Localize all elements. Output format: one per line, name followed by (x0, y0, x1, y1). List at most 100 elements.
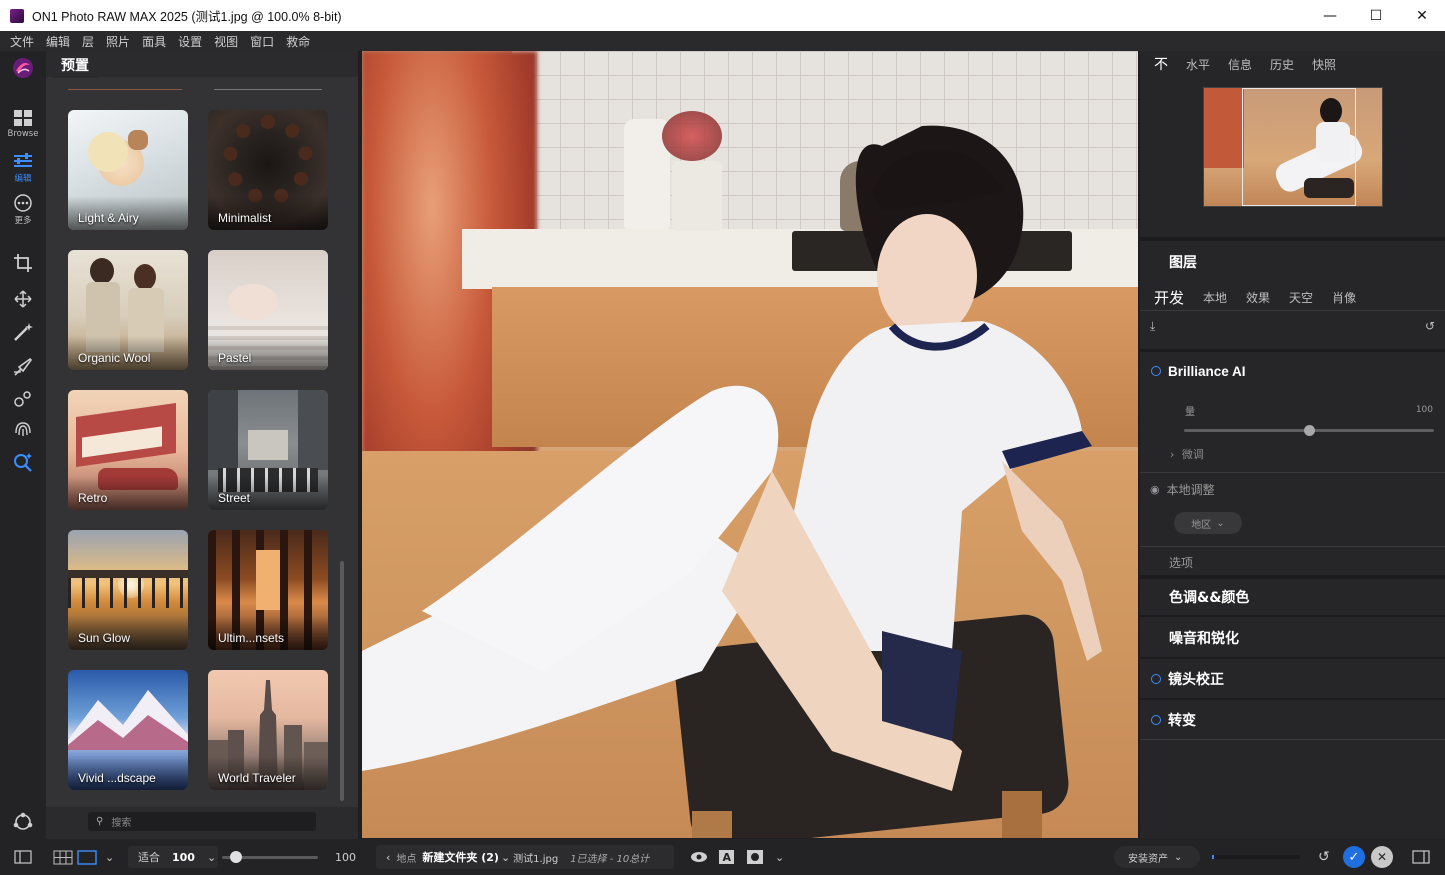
preset-world-traveler[interactable]: World Traveler (208, 670, 328, 790)
mask-overlay-button[interactable] (747, 839, 763, 875)
preset-search-input[interactable]: ⚲ 搜索 (88, 812, 316, 831)
preset-vivid-landscape[interactable]: Vivid ...dscape (68, 670, 188, 790)
grid-view-icon (53, 850, 73, 865)
menu-layer[interactable]: 层 (82, 33, 94, 50)
edit-tool[interactable]: 编辑 (0, 152, 46, 184)
noise-sharpen-header[interactable]: 噪音和锐化 (1140, 629, 1445, 647)
app-logo[interactable] (0, 57, 46, 79)
preset-pastel[interactable]: Pastel (208, 250, 328, 370)
more-tool[interactable]: 更多 (0, 194, 46, 226)
section-divider (1140, 349, 1445, 352)
layers-title[interactable]: 图层 (1169, 252, 1197, 272)
tab-levels[interactable]: 水平 (1186, 56, 1210, 73)
navigator-thumbnail[interactable] (1203, 87, 1383, 207)
zoom-fit-dropdown[interactable]: 适合 100 ⌄ (128, 846, 218, 868)
fine-tune-label: 微调 (1182, 448, 1204, 461)
mask-icon (747, 850, 763, 864)
photo-canvas[interactable] (362, 51, 1138, 838)
lens-correction-header[interactable]: 镜头校正 (1140, 670, 1445, 688)
local-adjust-row[interactable]: ◉ 本地调整 (1140, 480, 1445, 498)
selection-count: 1已选择 - 10总计 (570, 850, 649, 865)
reset-icon[interactable]: ↺ (1425, 319, 1435, 333)
amount-value: 100 (1416, 405, 1433, 415)
region-dropdown[interactable]: 地区 ⌄ (1174, 512, 1242, 534)
tab-sky[interactable]: 天空 (1289, 289, 1313, 306)
lens-correction-toggle[interactable] (1151, 674, 1161, 684)
folder-name[interactable]: 新建文件夹 (2) (422, 849, 499, 865)
single-view-button[interactable] (77, 839, 97, 875)
apply-button[interactable]: ✓ (1343, 846, 1365, 868)
tab-effects[interactable]: 效果 (1246, 289, 1270, 306)
amount-slider-thumb[interactable] (1304, 425, 1315, 436)
preset-organic-wool[interactable]: Organic Wool (68, 250, 188, 370)
clone-tool[interactable] (0, 389, 46, 409)
menu-window[interactable]: 窗口 (250, 33, 274, 50)
preset-light-airy[interactable]: Light & Airy (68, 110, 188, 230)
preset-thumb-shape (256, 550, 280, 610)
import-preset-icon[interactable]: ⤓ (1150, 319, 1155, 334)
preset-name: Vivid ...dscape (78, 771, 156, 785)
toggle-left-panel-button[interactable] (14, 839, 32, 875)
crop-tool[interactable] (0, 253, 46, 273)
tab-history[interactable]: 历史 (1270, 56, 1294, 73)
zoom-search-icon (12, 451, 34, 473)
preset-retro[interactable]: Retro (68, 390, 188, 510)
location-breadcrumb[interactable]: ‹ 地点 新建文件夹 (2) ⌄ 测试1.jpg 1已选择 - 10总计 (376, 845, 674, 869)
menu-file[interactable]: 文件 (10, 33, 34, 50)
navigator-viewport-frame[interactable] (1242, 88, 1356, 206)
tab-info[interactable]: 信息 (1228, 56, 1252, 73)
preset-ultimate-sunsets[interactable]: Ultim...nsets (208, 530, 328, 650)
magic-wand-tool[interactable] (0, 321, 46, 343)
preset-sun-glow[interactable]: Sun Glow (68, 530, 188, 650)
text-overlay-button[interactable]: A (719, 839, 734, 875)
chevron-left-icon: ‹ (386, 851, 390, 864)
options-label[interactable]: 选项 (1169, 554, 1193, 571)
brush-tool[interactable] (0, 357, 46, 377)
move-tool[interactable] (0, 289, 46, 309)
transform-toggle[interactable] (1151, 715, 1161, 725)
menu-edit[interactable]: 编辑 (46, 33, 70, 50)
presets-scrollbar[interactable] (340, 561, 344, 801)
cancel-button[interactable]: ✕ (1371, 846, 1393, 868)
tab-local[interactable]: 本地 (1203, 289, 1227, 306)
overlay-dropdown[interactable]: ⌄ (775, 839, 784, 875)
view-mode-dropdown[interactable]: ⌄ (105, 839, 114, 875)
menu-settings[interactable]: 设置 (178, 33, 202, 50)
toggle-right-panel-button[interactable] (1412, 839, 1430, 875)
target-icon: ◉ (1150, 483, 1160, 496)
preset-street[interactable]: Street (208, 390, 328, 510)
brilliance-ai-header[interactable]: Brilliance AI (1140, 361, 1445, 381)
fingerprint-tool[interactable] (0, 419, 46, 439)
search-tool[interactable] (0, 451, 46, 473)
menu-mask[interactable]: 面具 (142, 33, 166, 50)
undo-button[interactable]: ↺ (1318, 839, 1330, 875)
maximize-button[interactable]: ☐ (1353, 0, 1399, 31)
preview-toggle-button[interactable] (690, 839, 708, 875)
tone-color-header[interactable]: 色调&&颜色 (1140, 588, 1445, 606)
navigator-painting (1204, 88, 1244, 168)
section-divider (1140, 739, 1445, 740)
region-label: 地区 (1191, 516, 1211, 531)
fine-tune-toggle[interactable]: › 微调 (1170, 446, 1204, 462)
tab-navigator[interactable]: 不 (1154, 54, 1168, 74)
presets-header[interactable]: 预置 (52, 52, 98, 78)
minimize-button[interactable]: — (1307, 0, 1353, 31)
presets-panel: Light & Airy Minimalist Organic Wool Pas… (46, 51, 358, 839)
tab-portrait[interactable]: 肖像 (1332, 289, 1356, 306)
transform-header[interactable]: 转变 (1140, 711, 1445, 729)
menu-help[interactable]: 救命 (286, 33, 310, 50)
close-button[interactable]: ✕ (1399, 0, 1445, 31)
extras-tool[interactable] (0, 811, 46, 833)
grid-view-button[interactable] (53, 839, 73, 875)
browse-tool[interactable]: Browse (0, 109, 46, 139)
tab-snapshots[interactable]: 快照 (1312, 56, 1336, 73)
brilliance-toggle[interactable] (1151, 366, 1161, 376)
menu-view[interactable]: 视图 (214, 33, 238, 50)
menu-bar: 文件 编辑 层 照片 面具 设置 视图 窗口 救命 (0, 31, 1445, 51)
install-assets-dropdown[interactable]: 安装资产 ⌄ (1114, 846, 1200, 868)
menu-photo[interactable]: 照片 (106, 33, 130, 50)
tab-develop[interactable]: 开发 (1154, 287, 1184, 308)
preset-minimalist[interactable]: Minimalist (208, 110, 328, 230)
zoom-slider-thumb[interactable] (230, 851, 242, 863)
preset-thumb-shape (223, 115, 313, 205)
